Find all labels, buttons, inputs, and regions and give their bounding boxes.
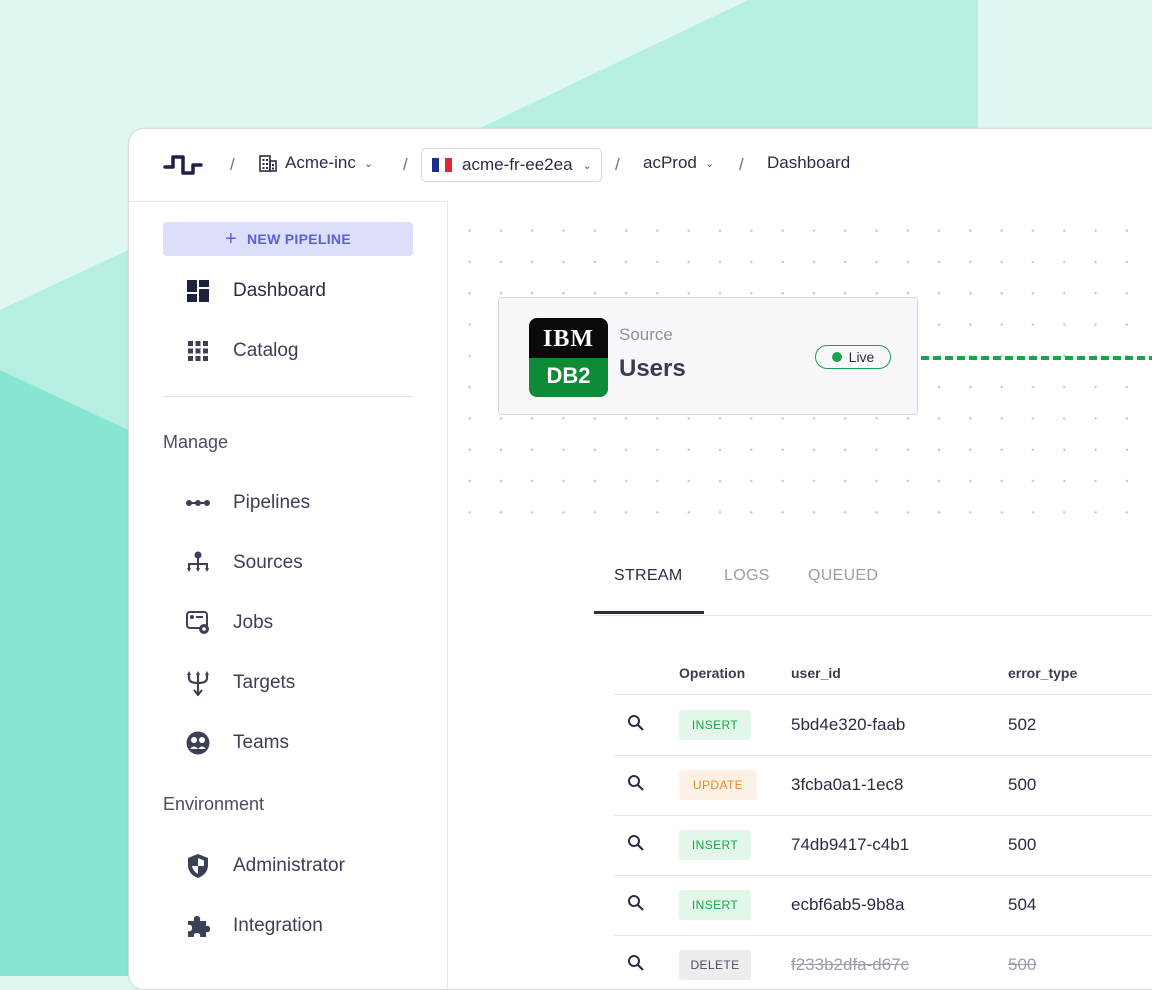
table-row[interactable]: UPDATE 3fcba0a1-1ec8 500: [614, 755, 1152, 816]
tab-active-indicator: [594, 611, 704, 614]
puzzle-icon: [188, 916, 210, 937]
pipeline-logo-icon[interactable]: [163, 151, 203, 179]
error-type-cell: 502: [1008, 715, 1037, 734]
chevron-down-icon: ⌄: [582, 159, 592, 172]
sidebar-item-pipelines[interactable]: Pipelines: [185, 490, 310, 516]
table-header: Operation user_id error_type: [614, 649, 1152, 695]
page-label: Dashboard: [767, 153, 851, 172]
tab-queued[interactable]: QUEUED: [808, 567, 878, 585]
operation-badge: UPDATE: [679, 770, 757, 800]
building-icon: [259, 154, 277, 172]
sidebar-item-administrator[interactable]: Administrator: [185, 853, 345, 879]
search-icon[interactable]: [626, 833, 646, 853]
operation-badge: INSERT: [679, 710, 751, 740]
region-label: acme-fr-ee2ea: [462, 155, 573, 174]
node-title: Users: [619, 355, 686, 382]
region-selector[interactable]: acme-fr-ee2ea ⌄: [421, 148, 602, 182]
sidebar-item-label: Catalog: [233, 340, 299, 361]
user-id-cell: 3fcba0a1-1ec8: [791, 775, 904, 794]
user-id-cell: ecbf6ab5-9b8a: [791, 895, 905, 914]
column-header: error_type: [1008, 665, 1078, 681]
plus-icon: +: [225, 228, 238, 250]
grid-icon: [188, 341, 208, 361]
source-node[interactable]: IBM DB2 Source Users Live: [498, 297, 918, 415]
shield-icon: [188, 854, 208, 878]
column-header: Operation: [679, 665, 746, 681]
search-icon[interactable]: [626, 893, 646, 913]
logo-top-text: IBM: [529, 326, 608, 353]
chevron-down-icon: ⌄: [363, 157, 374, 170]
table-row[interactable]: INSERT 5bd4e320-faab 502: [614, 695, 1152, 756]
node-kind: Source: [619, 325, 673, 344]
logo-bottom-text: DB2: [546, 363, 591, 388]
app-window: / Acme-inc ⌄ / acme-fr-ee2ea ⌄ / acProd: [128, 128, 1152, 990]
sidebar-item-dashboard[interactable]: Dashboard: [185, 278, 326, 304]
error-type-cell: 500: [1008, 775, 1037, 794]
teams-icon: [186, 731, 210, 755]
fork-icon: [187, 671, 209, 696]
tab-bar: STREAM LOGS QUEUED: [594, 549, 1152, 616]
sidebar-divider: [163, 396, 413, 397]
sidebar-item-label: Integration: [233, 915, 323, 936]
sidebar-item-label: Targets: [233, 672, 296, 693]
live-dot-icon: [831, 352, 842, 362]
table-row[interactable]: INSERT ecbf6ab5-9b8a 504: [614, 875, 1152, 936]
pipeline-icon: [186, 500, 210, 506]
error-type-cell: 500: [1008, 835, 1037, 854]
column-header: user_id: [791, 665, 841, 681]
section-title-manage: Manage: [163, 432, 229, 452]
top-bar: / Acme-inc ⌄ / acme-fr-ee2ea ⌄ / acProd: [129, 129, 1152, 201]
sidebar: + NEW PIPELINE Dashboard Catalog Manage …: [129, 201, 448, 989]
chevron-down-icon: ⌄: [704, 157, 715, 170]
section-title-environment: Environment: [163, 794, 265, 814]
jobs-icon: [186, 611, 209, 634]
operation-badge: INSERT: [679, 830, 751, 860]
pipeline-connector: [921, 356, 1152, 360]
breadcrumb-separator: /: [230, 155, 235, 174]
breadcrumb-separator: /: [403, 155, 408, 174]
error-type-cell: 504: [1008, 895, 1037, 914]
ibm-db2-logo: IBM DB2: [529, 318, 608, 397]
sidebar-item-jobs[interactable]: Jobs: [185, 610, 273, 636]
user-id-cell: 74db9417-c4b1: [791, 835, 910, 854]
tab-logs[interactable]: LOGS: [724, 567, 770, 585]
sidebar-item-sources[interactable]: Sources: [185, 550, 303, 576]
operation-badge: INSERT: [679, 890, 751, 920]
status-label: Live: [848, 349, 875, 365]
sidebar-item-teams[interactable]: Teams: [185, 730, 289, 756]
sidebar-item-label: Teams: [233, 732, 289, 753]
table-row[interactable]: INSERT 74db9417-c4b1 500: [614, 815, 1152, 876]
new-pipeline-button[interactable]: + NEW PIPELINE: [163, 222, 413, 256]
new-pipeline-label: NEW PIPELINE: [247, 231, 351, 247]
france-flag-icon: [432, 158, 453, 172]
sidebar-item-label: Administrator: [233, 855, 345, 876]
search-icon[interactable]: [626, 953, 646, 973]
project-selector[interactable]: acProd ⌄: [643, 153, 714, 173]
sidebar-item-catalog[interactable]: Catalog: [185, 338, 299, 364]
sidebar-item-integration[interactable]: Integration: [185, 913, 323, 939]
org-label: Acme-inc: [285, 153, 356, 172]
user-id-cell: 5bd4e320-faab: [791, 715, 906, 734]
sidebar-item-targets[interactable]: Targets: [185, 670, 295, 696]
user-id-cell: f233b2dfa-d67c: [791, 955, 910, 974]
sitemap-icon: [187, 551, 209, 572]
breadcrumb-current-page: Dashboard: [767, 153, 850, 173]
status-badge: Live: [815, 345, 891, 369]
breadcrumb-separator: /: [739, 155, 744, 174]
search-icon[interactable]: [626, 773, 646, 793]
sidebar-item-label: Sources: [233, 552, 303, 573]
tab-stream[interactable]: STREAM: [614, 567, 682, 585]
breadcrumb-separator: /: [615, 155, 620, 174]
project-label: acProd: [643, 153, 697, 172]
error-type-cell: 500: [1008, 955, 1037, 974]
search-icon[interactable]: [626, 713, 646, 733]
table-row[interactable]: DELETE f233b2dfa-d67c 500: [614, 935, 1152, 989]
sidebar-item-label: Dashboard: [233, 280, 326, 301]
org-selector[interactable]: Acme-inc ⌄: [259, 153, 373, 173]
sidebar-item-label: Pipelines: [233, 492, 311, 513]
dashboard-icon: [187, 280, 209, 302]
sidebar-item-label: Jobs: [233, 612, 274, 633]
